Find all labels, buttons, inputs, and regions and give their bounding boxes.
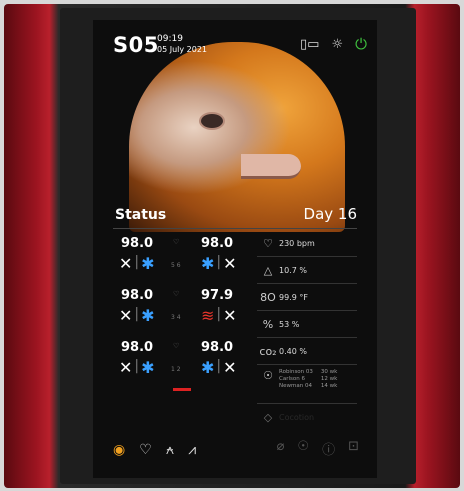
tray-row[interactable]: 98.0 ♡ 98.0 ✕ | ✱ 5 6 ✱ | ✕	[117, 236, 257, 288]
staff-names: Robinson 03 Carlson 6 Newman 04	[279, 369, 313, 389]
humidity-icon: %	[262, 317, 274, 331]
fan-off-icon: ✕	[119, 254, 133, 273]
staff-ages: 30 wk 12 wk 14 wk	[320, 369, 338, 389]
tray-numbers: 5 6	[171, 262, 181, 269]
tray-temp-right: 98.0	[201, 236, 234, 251]
faded-row: ◇ Cocotion	[257, 404, 357, 430]
cooling-icon: ✱	[141, 254, 155, 273]
link-icon: ♡	[173, 290, 180, 298]
chart-icon[interactable]: ⩘	[188, 442, 196, 458]
tray-temp-right: 98.0	[201, 340, 234, 355]
power-icon[interactable]: ⏻	[355, 35, 367, 53]
tray-row[interactable]: 98.0 ♡ 97.9 ✕ | ✱ 3 4 ≋ | ✕	[117, 288, 257, 340]
chick-icon[interactable]: ⍲	[166, 442, 174, 458]
tray-temp-left: 98.0	[121, 340, 154, 355]
day-counter: Day 16	[303, 205, 357, 223]
display-icon[interactable]: ▯▭	[300, 37, 319, 52]
tray-temp-left: 98.0	[121, 288, 154, 303]
cooling-icon: ✱	[141, 306, 155, 325]
eye-icon[interactable]: ◉	[113, 442, 125, 458]
header-date: 05 July 2021	[157, 45, 208, 54]
heart-icon[interactable]: ♡	[139, 442, 152, 458]
tray-icons-left: ✕ | ✱	[119, 306, 155, 325]
tray-icons-right: ✱ | ✕	[201, 254, 237, 273]
link-icon: ♡	[173, 238, 180, 246]
brightness-icon[interactable]: ☼	[331, 37, 343, 52]
heating-icon: ≋	[201, 306, 215, 325]
cooling-icon: ✱	[201, 254, 215, 273]
sensor-o2[interactable]: △ 10.7 %	[257, 257, 357, 284]
thermometer-icon: 8O	[260, 290, 276, 304]
fan-off-icon: ✕	[223, 306, 237, 325]
egg-icon: △	[263, 263, 273, 277]
sensor-heart[interactable]: ♡ 230 bpm	[257, 230, 357, 257]
tray-numbers: 3 4	[171, 314, 181, 321]
sensor-temp[interactable]: 8O 99.9 °F	[257, 284, 357, 311]
chick-beak	[241, 154, 301, 179]
co2-icon: co₂	[259, 344, 277, 358]
disabled-icon[interactable]: ⌀	[277, 439, 285, 458]
fan-off-icon: ✕	[223, 358, 237, 377]
tray-temp-right: 97.9	[201, 288, 234, 303]
fan-off-icon: ✕	[223, 254, 237, 273]
tray-icons-right: ✱ | ✕	[201, 358, 237, 377]
tray-temp-left: 98.0	[121, 236, 154, 251]
chick-eye	[199, 112, 225, 130]
bulb-icon[interactable]: ☉	[297, 439, 309, 458]
incubator-id: S05	[113, 33, 159, 57]
monitor-icon[interactable]: ⊡	[348, 439, 359, 458]
fan-off-icon: ✕	[119, 306, 133, 325]
cooling-icon: ✱	[141, 358, 155, 377]
tray-icons-left: ✕ | ✱	[119, 358, 155, 377]
bottom-nav-left: ◉ ♡ ⍲ ⩘	[113, 442, 196, 458]
staff-row[interactable]: ☉ Robinson 03 Carlson 6 Newman 04 30 wk …	[257, 365, 357, 404]
sensor-humidity[interactable]: % 53 %	[257, 311, 357, 338]
bottom-nav-right: ⌀ ☉ ⓘ ⊡	[277, 439, 359, 458]
divider	[113, 228, 357, 229]
info-icon[interactable]: ⓘ	[322, 439, 335, 458]
tray-grid: 98.0 ♡ 98.0 ✕ | ✱ 5 6 ✱ | ✕ 98.0 ♡ 97.9 ✕ | ✱ …	[117, 236, 257, 392]
fan-off-icon: ✕	[119, 358, 133, 377]
tray-icons-left: ✕ | ✱	[119, 254, 155, 273]
sensor-list: ♡ 230 bpm △ 10.7 % 8O 99.9 °F % 53 % co₂ 0.40…	[257, 230, 357, 430]
sensor-co2[interactable]: co₂ 0.40 %	[257, 338, 357, 365]
tray-row[interactable]: 98.0 ♡ 98.0 ✕ | ✱ 1 2 ✱ | ✕	[117, 340, 257, 392]
shield-icon: ◇	[263, 410, 273, 424]
bulb-icon: ☉	[263, 369, 273, 382]
heart-icon: ♡	[263, 236, 273, 250]
header-time: 09:19	[157, 34, 183, 44]
tray-numbers: 1 2	[171, 366, 181, 373]
link-icon: ♡	[173, 342, 180, 350]
status-title: Status	[115, 207, 167, 223]
page-indicator	[173, 388, 191, 391]
chick-photo	[129, 42, 345, 232]
header-icons: ▯▭ ☼ ⏻	[300, 35, 367, 53]
cooling-icon: ✱	[201, 358, 215, 377]
screen: S05 09:19 05 July 2021 ▯▭ ☼ ⏻ Status Day…	[93, 20, 377, 478]
tray-icons-right: ≋ | ✕	[201, 306, 237, 325]
